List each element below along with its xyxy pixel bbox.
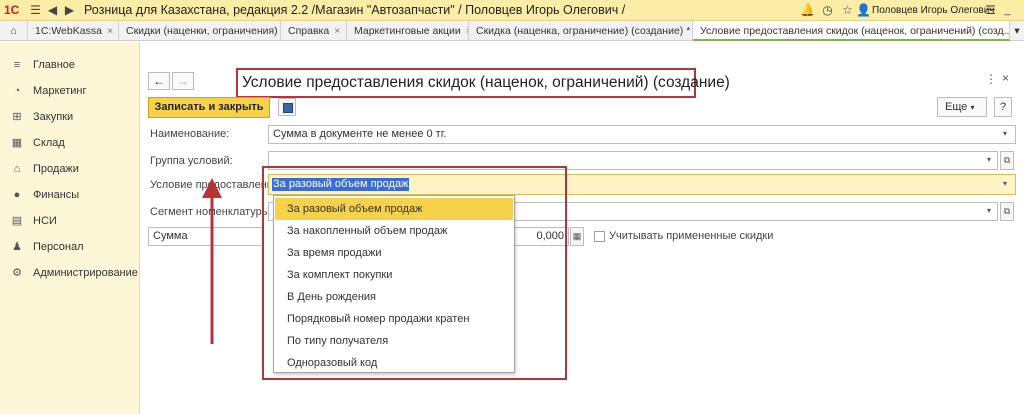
calculator-icon[interactable]: ▦: [570, 227, 584, 246]
sidebar-item-label: Склад: [33, 137, 65, 149]
tab-label: Условие предоставления скидок (наценок, …: [700, 25, 1010, 37]
warehouse-icon: ▦: [11, 137, 23, 149]
help-button[interactable]: ?: [994, 97, 1012, 117]
open-icon[interactable]: ⧉: [1000, 151, 1014, 170]
home-icon[interactable]: ⌂: [0, 21, 28, 41]
tab-condition-create[interactable]: Условие предоставления скидок (наценок, …: [693, 21, 1010, 41]
back-icon[interactable]: ◀: [45, 3, 60, 18]
sidebar-item-sales[interactable]: ⌂ Продажи: [0, 156, 140, 182]
bell-icon[interactable]: 🔔: [800, 3, 815, 18]
dropdown-option[interactable]: За разовый объем продаж: [275, 198, 513, 220]
page-title: Условие предоставления скидок (наценок, …: [236, 68, 730, 98]
annotation-arrow: [202, 178, 222, 344]
close-icon[interactable]: ×: [1002, 71, 1009, 85]
dropdown-option[interactable]: Порядковый номер продажи кратен: [275, 308, 513, 330]
sidebar-item-label: Продажи: [33, 163, 79, 175]
more-options-icon[interactable]: ⋮: [985, 72, 997, 86]
chevron-down-icon[interactable]: ▾: [982, 202, 996, 221]
tab-label: 1C:WebKassa: [35, 25, 102, 37]
tab-close-icon[interactable]: ×: [334, 21, 340, 41]
tab-label: Скидка (наценка, ограничение) (создание)…: [476, 25, 691, 37]
sidebar-item-purchases[interactable]: ⊞ Закупки: [0, 104, 140, 130]
sidebar-item-finance[interactable]: ● Финансы: [0, 182, 140, 208]
chevron-down-icon[interactable]: ▾: [998, 125, 1012, 144]
tab-bar: ⌂ 1C:WebKassa × Скидки (наценки, ограниче…: [0, 21, 1024, 41]
dropdown-option[interactable]: Одноразовый код: [275, 352, 513, 374]
tab-marketing-actions[interactable]: Маркетинговые акции×: [347, 21, 469, 41]
open-icon[interactable]: ⧉: [1000, 202, 1014, 221]
tab-label: Справка: [288, 25, 330, 37]
tab-close-icon[interactable]: ×: [107, 21, 113, 41]
consider-label: Учитывать примененные скидки: [609, 230, 774, 242]
sidebar-item-label: Персонал: [33, 241, 84, 253]
dropdown-option[interactable]: За накопленный объем продаж: [275, 220, 513, 242]
name-label: Наименование:: [150, 128, 230, 140]
settings-icon[interactable]: ☰: [983, 3, 998, 18]
chevron-down-icon: ▾: [970, 103, 975, 112]
tab-discounts[interactable]: Скидки (наценки, ограничения)×: [119, 21, 281, 41]
save-and-close-button[interactable]: Записать и закрыть: [148, 97, 270, 118]
dropdown-option[interactable]: За время продажи: [275, 242, 513, 264]
menu-icon: ≡: [13, 59, 21, 71]
more-button[interactable]: Еще ▾: [937, 97, 987, 117]
sidebar-item-admin[interactable]: ⚙ Администрирование: [0, 260, 140, 286]
user-icon: 👤: [856, 3, 871, 17]
chart-icon: ◔: [13, 85, 21, 97]
sidebar: ≡ Главное ◔ Маркетинг ⊞ Закупки ▦ Склад ⌂ Про…: [0, 42, 140, 414]
tab-label: Скидки (наценки, ограничения): [126, 25, 278, 37]
name-value: Сумма в документе не менее 0 тг.: [273, 128, 447, 140]
sidebar-item-label: Маркетинг: [33, 85, 87, 97]
tabs-list-icon[interactable]: ▾: [1010, 21, 1024, 41]
name-input[interactable]: Сумма в документе не менее 0 тг.: [268, 125, 1016, 144]
dropdown-option[interactable]: За комплект покупки: [275, 264, 513, 286]
tab-discount-create[interactable]: Скидка (наценка, ограничение) (создание)…: [469, 21, 693, 41]
history-icon[interactable]: ◷: [820, 3, 835, 18]
save-icon[interactable]: [278, 98, 296, 116]
minimize-icon[interactable]: _: [1000, 3, 1015, 18]
current-user: Половцев Игорь Олегович: [872, 5, 995, 16]
finance-icon: ●: [13, 189, 21, 201]
chevron-down-icon[interactable]: ▾: [998, 175, 1012, 194]
more-label: Еще: [945, 101, 968, 113]
title-bar: 1С ☰ ◀ ▶ Розница для Казахстана, редакци…: [0, 0, 1024, 21]
tab-label: Маркетинговые акции: [354, 25, 461, 37]
tab-help[interactable]: Справка ×: [281, 21, 347, 41]
sidebar-item-label: Закупки: [33, 111, 74, 123]
type-value: Сумма: [153, 230, 188, 242]
window-title: Розница для Казахстана, редакция 2.2 /Ма…: [84, 3, 626, 17]
condition-dropdown: За разовый объем продаж За накопленный о…: [273, 195, 515, 373]
forward-button[interactable]: →: [172, 72, 194, 90]
purchases-icon: ⊞: [12, 111, 22, 123]
chevron-down-icon[interactable]: ▾: [982, 151, 996, 170]
group-label: Группа условий:: [150, 155, 233, 167]
back-button[interactable]: ←: [148, 72, 170, 90]
sidebar-item-label: НСИ: [33, 215, 57, 227]
person-icon: ♟: [12, 241, 22, 253]
star-icon[interactable]: ☆: [840, 3, 855, 18]
sidebar-item-label: Финансы: [33, 189, 80, 201]
reference-icon: ▤: [11, 215, 23, 227]
dropdown-option[interactable]: По типу получателя: [275, 330, 513, 352]
app-logo: 1С: [4, 3, 20, 17]
sidebar-item-label: Главное: [33, 59, 76, 71]
sidebar-item-personnel[interactable]: ♟ Персонал: [0, 234, 140, 260]
gear-icon: ⚙: [12, 267, 22, 279]
sidebar-item-label: Администрирование: [33, 267, 138, 279]
menu-icon[interactable]: ☰: [28, 3, 43, 18]
consider-checkbox[interactable]: [594, 231, 605, 242]
sidebar-item-reference[interactable]: ▤ НСИ: [0, 208, 140, 234]
sales-icon: ⌂: [13, 163, 21, 175]
forward-icon[interactable]: ▶: [62, 3, 77, 18]
dropdown-option[interactable]: В День рождения: [275, 286, 513, 308]
tab-webkassa[interactable]: 1C:WebKassa ×: [28, 21, 119, 41]
sidebar-item-warehouse[interactable]: ▦ Склад: [0, 130, 140, 156]
sidebar-item-main[interactable]: ≡ Главное: [0, 52, 140, 78]
sidebar-item-marketing[interactable]: ◔ Маркетинг: [0, 78, 140, 104]
